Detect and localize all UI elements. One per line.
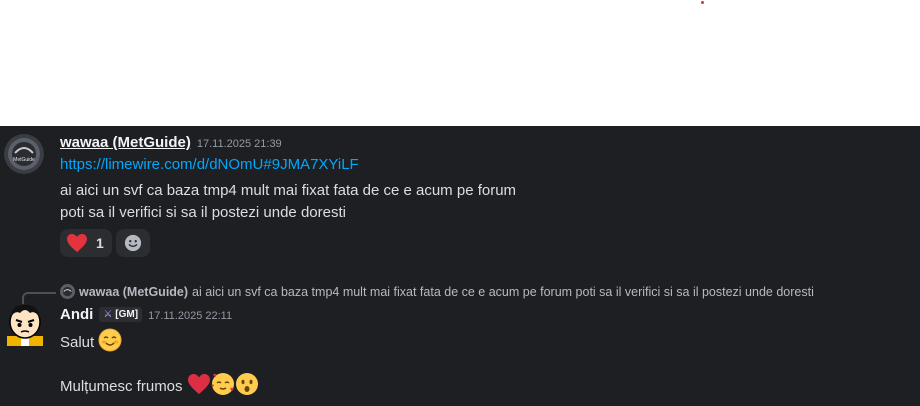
add-reaction-icon (124, 234, 142, 252)
message-text-line-2: Mulțumesc frumos (60, 372, 259, 400)
reply-preview[interactable]: wawaa (MetGuide) ai aici un svf ca baza … (60, 284, 814, 299)
smiling-face-with-hearts-icon (211, 372, 235, 400)
reaction-count: 1 (96, 235, 104, 251)
red-dot (701, 1, 704, 4)
avatar[interactable] (2, 300, 48, 346)
message-text-line-1: Salut (60, 328, 122, 356)
role-tag[interactable]: ⚔ [GM] (99, 307, 143, 322)
surprised-face-icon (235, 372, 259, 400)
username[interactable]: wawaa (MetGuide) (60, 134, 191, 151)
timestamp: 17.11.2025 22:11 (148, 310, 233, 322)
sword-icon: ⚔ (103, 309, 113, 320)
reaction-heart[interactable]: 1 (60, 229, 112, 257)
reply-avatar (60, 284, 75, 299)
message-link[interactable]: https://limewire.com/d/dNOmU#9JMA7XYiLF (60, 156, 359, 173)
username[interactable]: Andi (60, 306, 93, 323)
chat-area: MetGuide wawaa (MetGuide) 17.11.2025 21:3… (0, 126, 920, 406)
timestamp: 17.11.2025 21:39 (196, 138, 282, 150)
heart-icon (66, 233, 88, 253)
message-text-line-1: ai aici un svf ca baza tmp4 mult mai fix… (60, 182, 517, 199)
heart-icon (187, 372, 211, 400)
message-text-line-2: poti sa il verifici si sa il postezi und… (60, 204, 346, 221)
smiling-face-icon (98, 328, 122, 356)
message-header: Andi ⚔ [GM] 17.11.2025 22:11 (60, 306, 232, 323)
message-header: wawaa (MetGuide) 17.11.2025 21:39 (60, 134, 282, 151)
reply-text[interactable]: ai aici un svf ca baza tmp4 mult mai fix… (192, 285, 814, 299)
svg-text:MetGuide: MetGuide (13, 157, 35, 163)
add-reaction-button[interactable] (116, 229, 150, 257)
reply-author[interactable]: wawaa (MetGuide) (79, 285, 188, 299)
top-blank-area (0, 0, 920, 126)
avatar[interactable]: MetGuide (4, 134, 44, 174)
